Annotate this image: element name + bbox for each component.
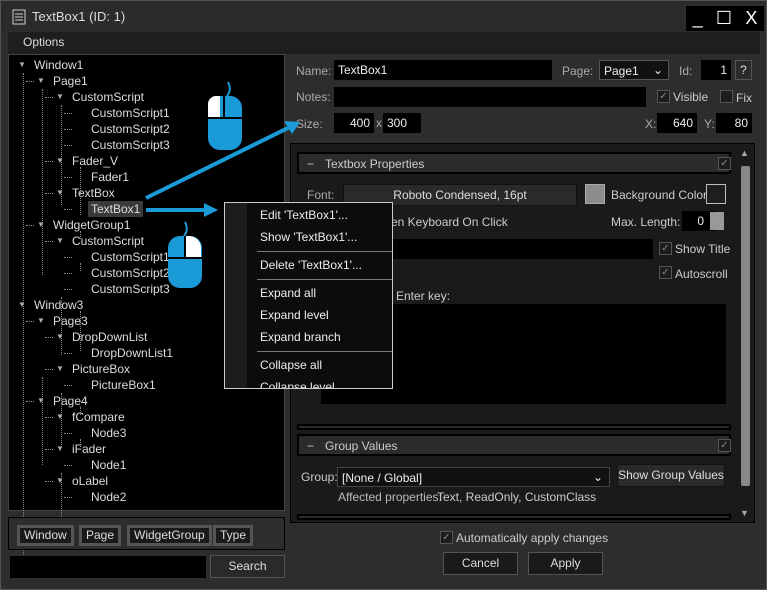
menu-gutter [225, 203, 247, 388]
menu-item-expand-all[interactable]: Expand all [260, 286, 316, 300]
menu-item-collapse-level[interactable]: Collapse level [260, 380, 335, 388]
context-menu: Edit 'TextBox1'... Show 'TextBox1'... De… [224, 202, 393, 389]
menu-item-collapse-all[interactable]: Collapse all [260, 358, 322, 372]
menu-separator [257, 279, 392, 280]
menu-separator [257, 351, 392, 352]
menu-item-expand-level[interactable]: Expand level [260, 308, 329, 322]
menu-item-edit[interactable]: Edit 'TextBox1'... [260, 208, 348, 222]
menu-item-expand-branch[interactable]: Expand branch [260, 330, 341, 344]
mouse-icon [168, 221, 202, 288]
arrow-icon [146, 203, 218, 217]
mouse-icon [208, 81, 242, 150]
menu-separator [257, 251, 392, 252]
menu-item-delete[interactable]: Delete 'TextBox1'... [260, 258, 362, 272]
menu-item-show[interactable]: Show 'TextBox1'... [260, 230, 357, 244]
